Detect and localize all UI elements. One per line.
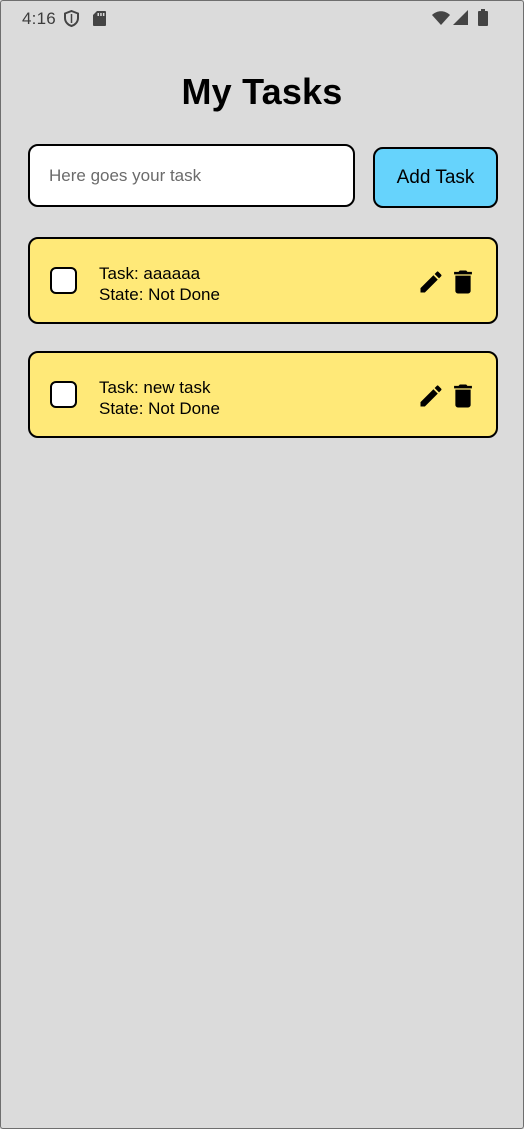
task-input[interactable] xyxy=(28,144,355,207)
task-card: Task: aaaaaa State: Not Done xyxy=(28,237,498,324)
battery-icon xyxy=(478,9,488,26)
delete-button[interactable] xyxy=(450,268,476,296)
wifi-icon xyxy=(432,11,450,25)
edit-button[interactable] xyxy=(417,382,445,410)
status-time: 4:16 xyxy=(22,9,56,28)
task-name: Task: aaaaaa xyxy=(99,264,201,283)
delete-button[interactable] xyxy=(450,382,476,410)
sd-card-icon xyxy=(93,11,106,26)
signal-icon xyxy=(453,10,468,25)
trash-icon xyxy=(454,384,472,408)
task-name: Task: new task xyxy=(99,378,211,397)
page-title: My Tasks xyxy=(181,71,343,112)
edit-button[interactable] xyxy=(417,268,445,296)
pencil-icon xyxy=(420,385,442,407)
trash-icon xyxy=(454,270,472,294)
task-state: State: Not Done xyxy=(99,285,220,304)
task-checkbox[interactable] xyxy=(50,267,77,294)
task-text: Task: new task State: Not Done xyxy=(99,377,220,419)
app-screen: 4:16 My Tasks Add Task Task: aaaaaa xyxy=(0,0,524,1129)
add-task-button[interactable]: Add Task xyxy=(373,147,498,208)
task-checkbox[interactable] xyxy=(50,381,77,408)
task-text: Task: aaaaaa State: Not Done xyxy=(99,263,220,305)
pencil-icon xyxy=(420,271,442,293)
status-bar: 4:16 xyxy=(1,1,523,35)
task-state: State: Not Done xyxy=(99,399,220,418)
task-card: Task: new task State: Not Done xyxy=(28,351,498,438)
shield-icon xyxy=(64,10,79,27)
